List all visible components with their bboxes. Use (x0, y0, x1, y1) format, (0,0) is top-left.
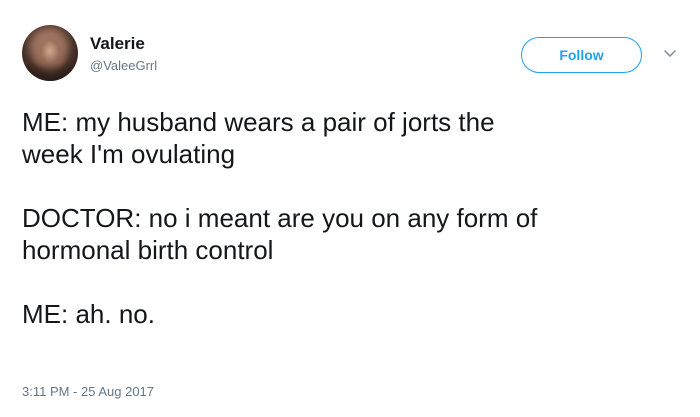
follow-button[interactable]: Follow (521, 37, 642, 73)
tweet-line: week I'm ovulating (22, 139, 236, 169)
tweet-line: ME: my husband wears a pair of jorts the (22, 107, 495, 137)
tweet-line: ME: ah. no. (22, 299, 155, 329)
avatar-shade (22, 63, 78, 81)
display-name[interactable]: Valerie (90, 34, 145, 54)
tweet-text: ME: my husband wears a pair of jorts the… (22, 106, 682, 330)
timestamp[interactable]: 3:11 PM - 25 Aug 2017 (22, 384, 154, 399)
tweet-card: Valerie @ValeeGrrl Follow ME: my husband… (0, 0, 700, 417)
username[interactable]: @ValeeGrrl (90, 58, 157, 73)
avatar[interactable] (22, 25, 78, 81)
tweet-line: hormonal birth control (22, 235, 274, 265)
chevron-down-icon[interactable] (663, 49, 677, 59)
tweet-line: DOCTOR: no i meant are you on any form o… (22, 203, 538, 233)
